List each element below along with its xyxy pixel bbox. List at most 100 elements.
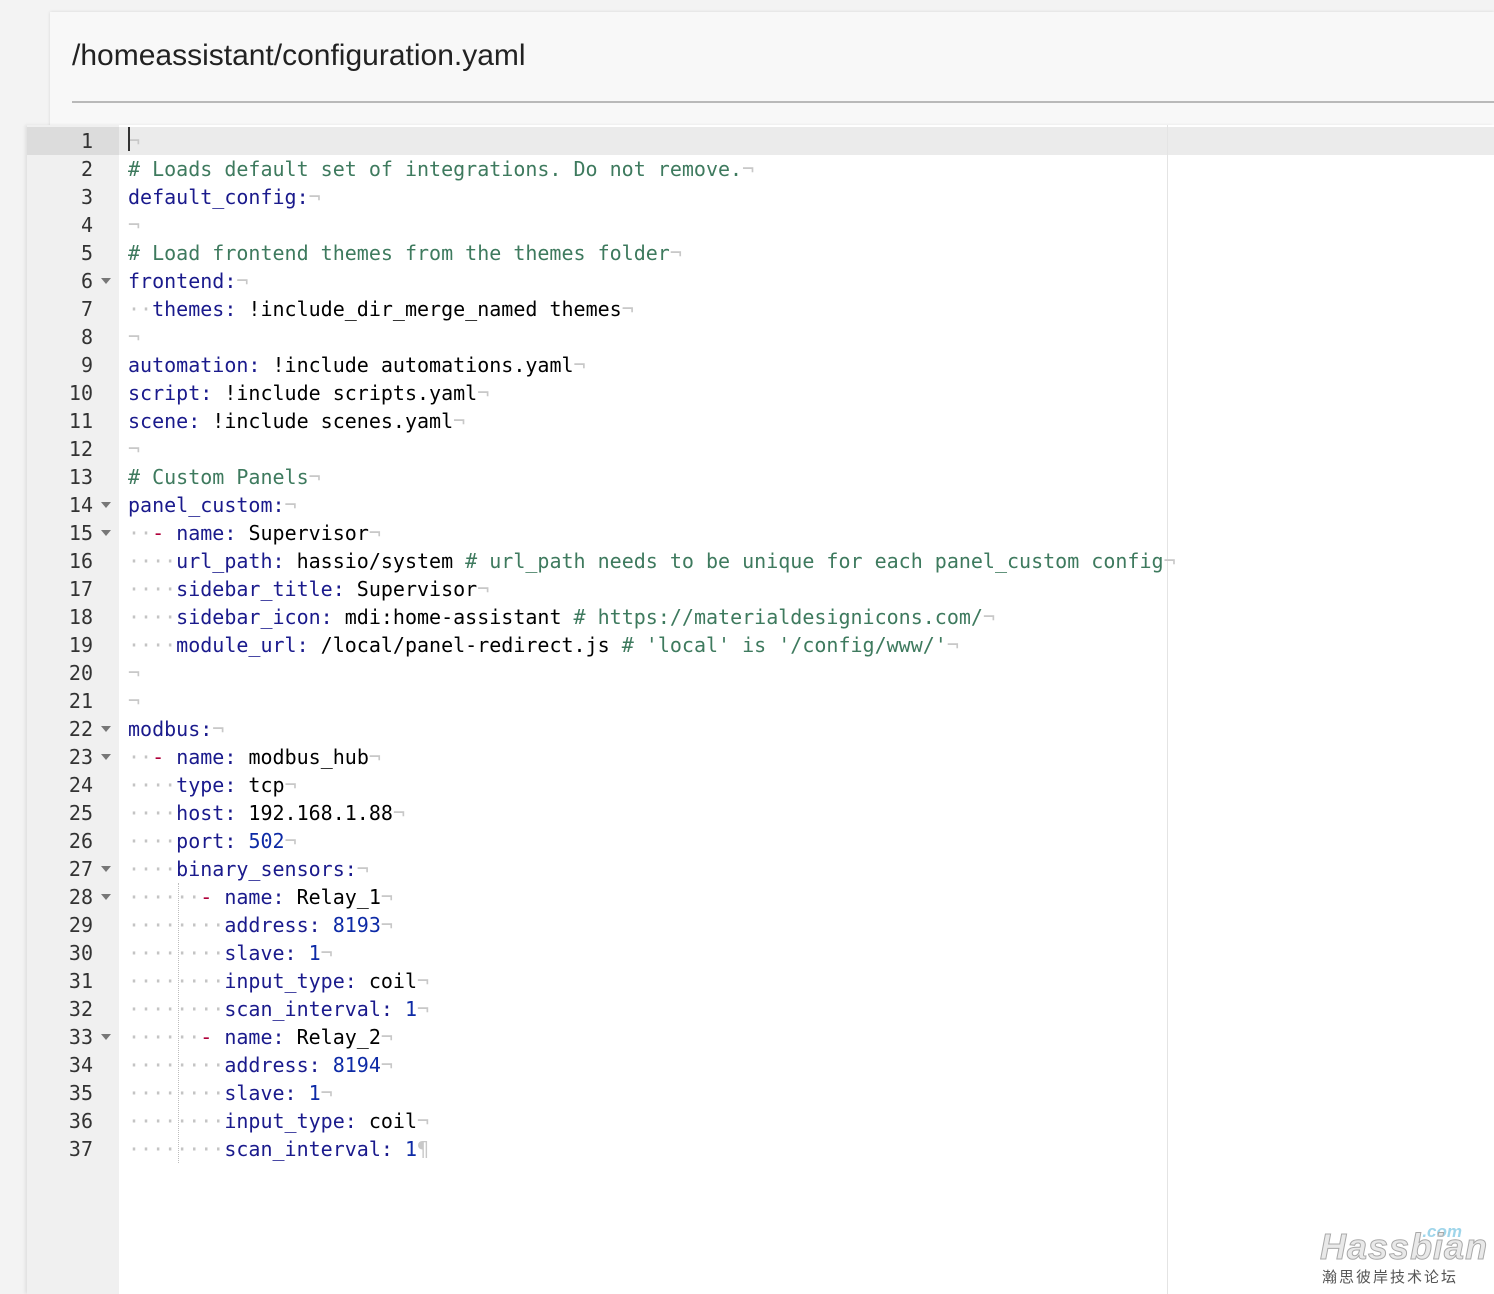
code-line[interactable]: 5 # Load frontend themes from the themes … [27, 239, 1494, 267]
code-text: ¬ [128, 659, 140, 687]
code-line[interactable]: 15 ··- name: Supervisor¬ [27, 519, 1494, 547]
code-line[interactable]: 35 ········slave: 1¬ [27, 1079, 1494, 1107]
line-number: 6 [80, 269, 93, 293]
yaml-key: automation: [128, 353, 261, 377]
code-lines[interactable]: 1 ¬ 2 # Loads default set of integrations. … [27, 127, 1494, 1163]
code-line[interactable]: 17 ····sidebar_title: Supervisor¬ [27, 575, 1494, 603]
whitespace-marker: ········ [128, 913, 225, 937]
code-line[interactable]: 2 # Loads default set of integrations. Do… [27, 155, 1494, 183]
end-of-line-marker: ¬ [417, 969, 430, 993]
code-line[interactable]: 34 ········address: 8194¬ [27, 1051, 1494, 1079]
end-of-line-marker: ¬ [380, 1025, 393, 1049]
code-line[interactable]: 28 ······- name: Relay_1¬ [27, 883, 1494, 911]
yaml-comment: # Loads default set of integrations. Do … [128, 157, 743, 181]
end-of-line-marker: ¬ [308, 465, 321, 489]
code-line[interactable]: 20 ¬ [27, 659, 1494, 687]
line-number: 2 [80, 157, 93, 181]
code-text: ¬ [128, 211, 140, 239]
code-line[interactable]: 9 automation: !include automations.yaml¬ [27, 351, 1494, 379]
yaml-key: slave: [224, 941, 297, 965]
code-line[interactable]: 37 ········scan_interval: 1¶ [27, 1135, 1494, 1163]
line-number: 28 [68, 885, 93, 909]
end-of-line-marker: ¬ [392, 801, 405, 825]
code-line[interactable]: 31 ········input_type: coil¬ [27, 967, 1494, 995]
code-line[interactable]: 26 ····port: 502¬ [27, 827, 1494, 855]
end-of-line-marker: ¬ [212, 717, 225, 741]
yaml-key: binary_sensors: [176, 857, 357, 881]
line-number: 12 [68, 437, 93, 461]
code-line[interactable]: 13 # Custom Panels¬ [27, 463, 1494, 491]
code-line[interactable]: 1 ¬ [27, 127, 1494, 155]
line-number: 15 [68, 521, 93, 545]
code-line[interactable]: 7 ··themes: !include_dir_merge_named them… [27, 295, 1494, 323]
line-number: 17 [68, 577, 93, 601]
whitespace-marker: ·· [128, 297, 153, 321]
fold-toggle-icon[interactable] [101, 1034, 111, 1040]
yaml-key: address: [224, 913, 321, 937]
line-number: 22 [68, 717, 93, 741]
yaml-key: modbus: [128, 717, 213, 741]
code-line[interactable]: 11 scene: !include scenes.yaml¬ [27, 407, 1494, 435]
yaml-comment: # https://materialdesignicons.com/ [573, 605, 983, 629]
fold-toggle-icon[interactable] [101, 866, 111, 872]
code-line[interactable]: 30 ········slave: 1¬ [27, 939, 1494, 967]
yaml-value: !include_dir_merge_named themes [236, 297, 622, 321]
fold-toggle-icon[interactable] [101, 278, 111, 284]
yaml-key: panel_custom: [128, 493, 285, 517]
code-line[interactable]: 4 ¬ [27, 211, 1494, 239]
code-text: ········slave: 1¬ [128, 939, 333, 967]
code-line[interactable]: 3 default_config:¬ [27, 183, 1494, 211]
end-of-line-marker: ¬ [368, 521, 381, 545]
header-divider [72, 101, 1494, 103]
code-line[interactable]: 32 ········scan_interval: 1¬ [27, 995, 1494, 1023]
yaml-number: 1 [308, 941, 321, 965]
code-line[interactable]: 6 frontend:¬ [27, 267, 1494, 295]
yaml-value [297, 941, 309, 965]
code-line[interactable]: 29 ········address: 8193¬ [27, 911, 1494, 939]
code-text: automation: !include automations.yaml¬ [128, 351, 586, 379]
yaml-key: script: [128, 381, 213, 405]
whitespace-marker: ···· [128, 549, 177, 573]
code-text: scene: !include scenes.yaml¬ [128, 407, 465, 435]
code-text: ··- name: Supervisor¬ [128, 519, 381, 547]
code-editor[interactable]: 1 ¬ 2 # Loads default set of integrations. … [27, 125, 1494, 1294]
fold-toggle-icon[interactable] [101, 502, 111, 508]
code-line[interactable]: 33 ······- name: Relay_2¬ [27, 1023, 1494, 1051]
line-number: 20 [68, 661, 93, 685]
line-number: 14 [68, 493, 93, 517]
code-line[interactable]: 10 script: !include scripts.yaml¬ [27, 379, 1494, 407]
code-line[interactable]: 24 ····type: tcp¬ [27, 771, 1494, 799]
yaml-key: name: [176, 745, 237, 769]
yaml-key: port: [176, 829, 237, 853]
end-of-line-marker: ¬ [417, 1109, 430, 1133]
end-of-line-marker: ¬ [573, 353, 586, 377]
code-line[interactable]: 21 ¬ [27, 687, 1494, 715]
code-line[interactable]: 23 ··- name: modbus_hub¬ [27, 743, 1494, 771]
fold-toggle-icon[interactable] [101, 530, 111, 536]
code-line[interactable]: 14 panel_custom:¬ [27, 491, 1494, 519]
code-line[interactable]: 27 ····binary_sensors:¬ [27, 855, 1494, 883]
fold-toggle-icon[interactable] [101, 754, 111, 760]
line-number: 30 [68, 941, 93, 965]
whitespace-marker: ········ [128, 1081, 225, 1105]
end-of-line-marker: ¬ [453, 409, 466, 433]
whitespace-marker: ········ [128, 1137, 225, 1161]
yaml-value: modbus_hub [236, 745, 369, 769]
fold-toggle-icon[interactable] [101, 894, 111, 900]
line-number: 31 [68, 969, 93, 993]
code-line[interactable]: 16 ····url_path: hassio/system # url_path… [27, 547, 1494, 575]
code-line[interactable]: 18 ····sidebar_icon: mdi:home-assistant #… [27, 603, 1494, 631]
code-line[interactable]: 36 ········input_type: coil¬ [27, 1107, 1494, 1135]
yaml-value: 192.168.1.88 [236, 801, 393, 825]
code-line[interactable]: 25 ····host: 192.168.1.88¬ [27, 799, 1494, 827]
line-number: 16 [68, 549, 93, 573]
yaml-value [393, 997, 405, 1021]
end-of-line-marker: ¬ [982, 605, 995, 629]
code-line[interactable]: 8 ¬ [27, 323, 1494, 351]
fold-toggle-icon[interactable] [101, 726, 111, 732]
code-line[interactable]: 22 modbus:¬ [27, 715, 1494, 743]
code-line[interactable]: 19 ····module_url: /local/panel-redirect.… [27, 631, 1494, 659]
yaml-key: host: [176, 801, 237, 825]
yaml-number: 8194 [332, 1053, 381, 1077]
code-line[interactable]: 12 ¬ [27, 435, 1494, 463]
